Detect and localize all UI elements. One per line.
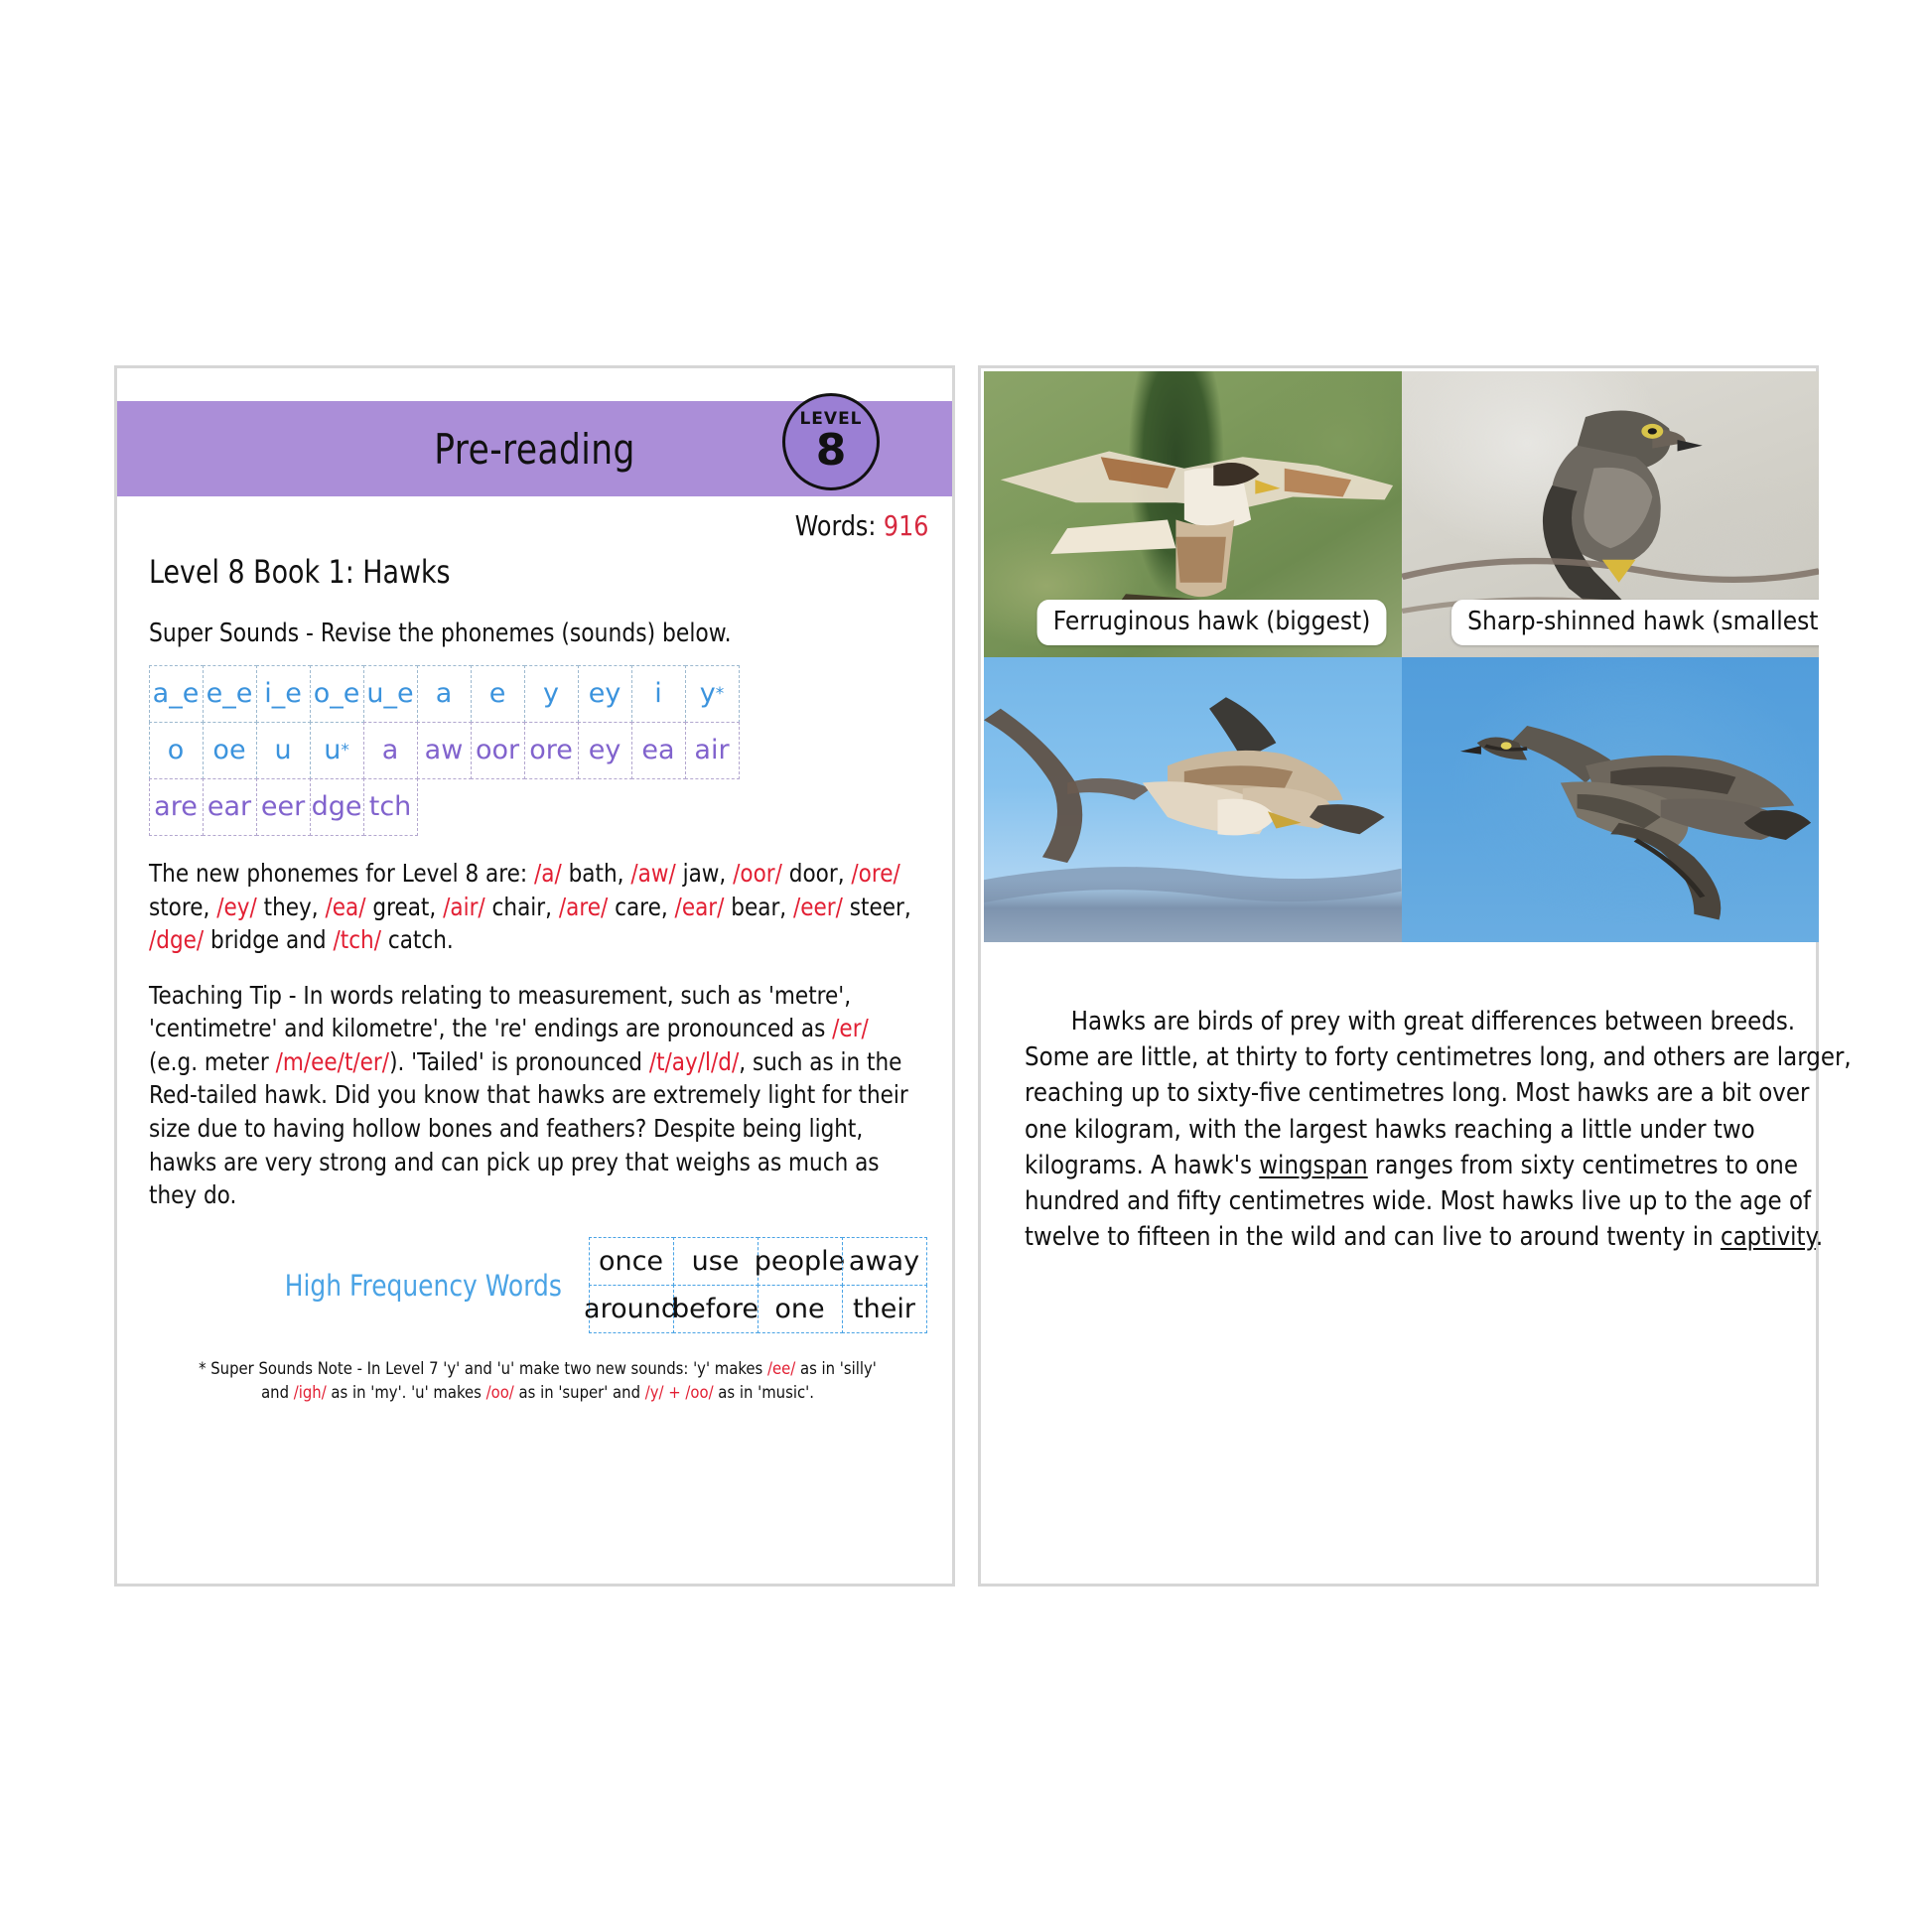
phoneme-cell[interactable]: i_e bbox=[255, 664, 311, 723]
phoneme-cell[interactable]: ey bbox=[577, 721, 632, 779]
phoneme-cell[interactable]: u_e bbox=[362, 664, 418, 723]
high-frequency-word-cell[interactable]: people bbox=[755, 1237, 845, 1287]
phoneme-cell[interactable]: oor bbox=[470, 721, 525, 779]
phoneme-cell[interactable]: eer bbox=[255, 777, 311, 836]
hawk-article-text: Hawks are birds of prey with great diffe… bbox=[1025, 1007, 1852, 1253]
phoneme-cell[interactable]: air bbox=[684, 721, 740, 779]
hawk-flight-branch-illustration bbox=[984, 696, 1402, 902]
word-count-value: 916 bbox=[883, 509, 928, 542]
high-frequency-word-cell[interactable]: before bbox=[672, 1285, 759, 1334]
phoneme-cell[interactable]: o_e bbox=[309, 664, 364, 723]
hawk-soaring-illustration bbox=[1459, 725, 1811, 919]
photo-hawk-in-flight-by-branch bbox=[984, 656, 1402, 942]
word-count-label: Words: bbox=[794, 509, 876, 542]
phoneme-cell[interactable]: tch bbox=[362, 777, 418, 836]
phoneme-cell[interactable]: e bbox=[470, 664, 525, 723]
left-page: Pre-reading LEVEL 8 Words: 916 Level 8 B… bbox=[114, 365, 955, 1587]
photo-hawk-soaring-blue-sky bbox=[1401, 656, 1819, 942]
phoneme-cell[interactable]: u * bbox=[309, 721, 364, 779]
phoneme-cell[interactable]: o bbox=[148, 721, 204, 779]
phoneme-cell[interactable]: y * bbox=[684, 664, 740, 723]
phoneme-cell[interactable]: a bbox=[416, 664, 472, 723]
level-badge-number: 8 bbox=[815, 425, 847, 476]
high-frequency-word-cell[interactable]: around bbox=[584, 1285, 678, 1334]
high-frequency-words-section: High Frequency Words once use people away ar… bbox=[149, 1237, 927, 1334]
high-frequency-word-cell[interactable]: use bbox=[672, 1237, 759, 1287]
phoneme-cell[interactable]: a_e bbox=[148, 664, 204, 723]
phoneme-cell[interactable]: ey bbox=[577, 664, 632, 723]
new-phonemes-paragraph: The new phonemes for Level 8 are: /a/ ba… bbox=[149, 859, 911, 955]
phoneme-cell[interactable]: ea bbox=[630, 721, 686, 779]
right-page: Ferruginous hawk (biggest) Sharp-shinned… bbox=[978, 365, 1852, 1587]
high-frequency-words-grid: once use people away around before one their bbox=[584, 1237, 927, 1334]
page-title: Pre-reading bbox=[434, 424, 635, 474]
worksheet-canvas: Pre-reading LEVEL 8 Words: 916 Level 8 B… bbox=[0, 0, 1932, 1932]
high-frequency-word-cell[interactable]: one bbox=[757, 1285, 843, 1334]
photo-sharp-shinned-hawk-on-wire: Sharp-shinned hawk (smallest) bbox=[1401, 371, 1819, 657]
book-title: Level 8 Book 1: Hawks bbox=[149, 553, 451, 591]
teaching-tip-paragraph: Teaching Tip - In words relating to meas… bbox=[149, 980, 908, 1210]
phoneme-cell[interactable]: are bbox=[148, 777, 204, 836]
word-count: Words: 916 bbox=[794, 509, 928, 542]
photo-ferruginous-hawk-perched: Ferruginous hawk (biggest) bbox=[984, 371, 1402, 657]
high-frequency-word-row: around before one their bbox=[584, 1285, 927, 1334]
super-sounds-instruction: Super Sounds - Revise the phonemes (soun… bbox=[149, 619, 732, 648]
phoneme-row: o oe u u * a aw oor ore ey ea air bbox=[148, 721, 926, 779]
phoneme-cell[interactable]: u bbox=[255, 721, 311, 779]
phoneme-row: a_e e_e i_e o_e u_e a e y ey i y * bbox=[148, 664, 926, 723]
phoneme-cell[interactable]: dge bbox=[309, 777, 364, 836]
phoneme-cell[interactable]: ear bbox=[202, 777, 257, 836]
phoneme-cell[interactable]: ore bbox=[523, 721, 579, 779]
phoneme-cell[interactable]: i bbox=[630, 664, 686, 723]
high-frequency-word-cell[interactable]: away bbox=[841, 1237, 927, 1287]
phoneme-cell[interactable]: aw bbox=[416, 721, 472, 779]
high-frequency-word-cell[interactable]: their bbox=[841, 1285, 927, 1334]
super-sounds-footnote: * Super Sounds Note - In Level 7 'y' and… bbox=[199, 1358, 877, 1402]
hawk-photo-grid: Ferruginous hawk (biggest) Sharp-shinned… bbox=[984, 371, 1819, 942]
phoneme-grid: a_e e_e i_e o_e u_e a e y ey i y * o oe u u * a aw oor ore ey… bbox=[148, 664, 926, 836]
high-frequency-word-cell[interactable]: once bbox=[588, 1237, 674, 1287]
phoneme-row: are ear eer dge tch bbox=[148, 777, 926, 836]
photo-caption-sharp-shinned: Sharp-shinned hawk (smallest) bbox=[1450, 599, 1819, 645]
level-badge: LEVEL 8 bbox=[782, 393, 880, 490]
phoneme-cell[interactable]: y bbox=[523, 664, 579, 723]
phoneme-cell[interactable]: oe bbox=[202, 721, 257, 779]
photo-caption-ferruginous: Ferruginous hawk (biggest) bbox=[1036, 599, 1387, 645]
phoneme-cell[interactable]: e_e bbox=[202, 664, 257, 723]
high-frequency-word-row: once use people away bbox=[588, 1237, 927, 1287]
phoneme-cell[interactable]: a bbox=[362, 721, 418, 779]
high-frequency-words-label: High Frequency Words bbox=[285, 1268, 563, 1303]
left-page-body: Level 8 Book 1: Hawks Super Sounds - Rev… bbox=[148, 553, 927, 1404]
